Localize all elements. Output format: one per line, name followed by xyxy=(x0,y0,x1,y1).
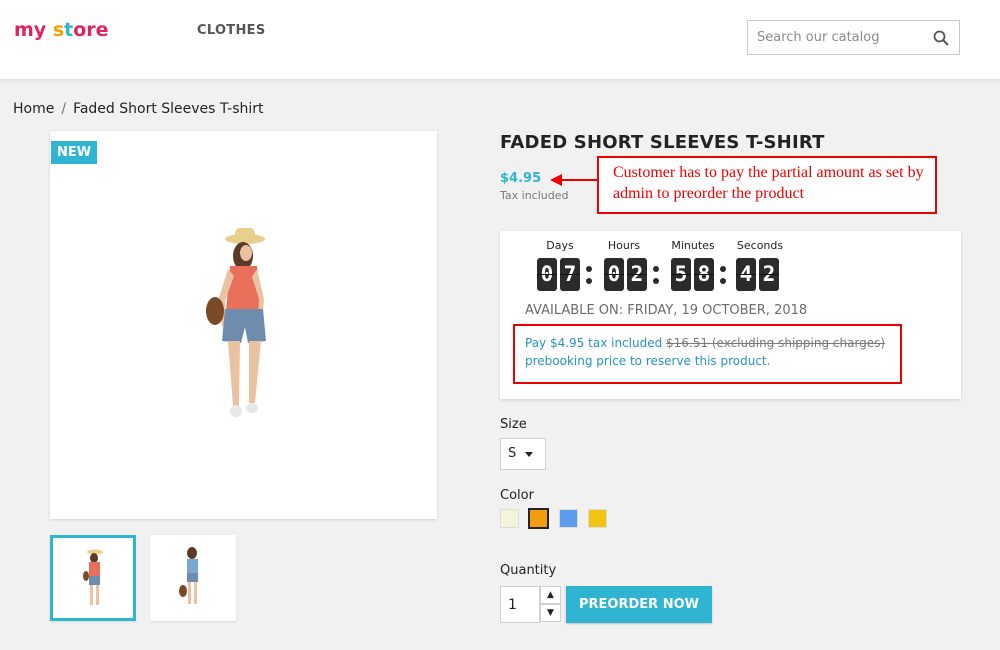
countdown-digit: 2 xyxy=(627,258,647,291)
prebooking-highlight: Pay $4.95 tax included $16.51 (excluding… xyxy=(513,324,902,384)
size-select[interactable]: S xyxy=(500,438,546,470)
site-header: my store CLOTHES xyxy=(0,0,1000,80)
breadcrumb-separator: / xyxy=(61,101,67,117)
store-logo[interactable]: my store xyxy=(14,19,109,41)
quantity-input[interactable]: 1 xyxy=(500,586,540,623)
quantity-increment-button[interactable]: ▲ xyxy=(540,586,561,604)
countdown-digit: 0 xyxy=(537,258,557,291)
available-on-date: AVAILABLE ON: FRIDAY, 19 OCTOBER, 2018 xyxy=(525,303,808,318)
preorder-now-button[interactable]: PREORDER NOW xyxy=(566,586,712,623)
search-input[interactable] xyxy=(748,21,918,54)
quantity-label: Quantity xyxy=(500,563,557,578)
search-icon[interactable] xyxy=(933,30,949,46)
logo-part: my xyxy=(14,19,47,41)
quantity-decrement-button[interactable]: ▼ xyxy=(540,604,561,622)
breadcrumb-home[interactable]: Home xyxy=(13,101,54,117)
breadcrumb: Home / Faded Short Sleeves T-shirt xyxy=(13,101,264,117)
color-swatch-beige[interactable] xyxy=(501,510,518,527)
color-swatch-yellow[interactable] xyxy=(589,510,606,527)
color-swatch-orange[interactable] xyxy=(530,510,547,527)
size-label: Size xyxy=(500,417,527,432)
logo-part: s xyxy=(52,19,65,41)
annotation-arrow-icon xyxy=(550,174,597,186)
logo-part: ore xyxy=(73,19,109,41)
thumbnail-1[interactable] xyxy=(50,535,136,621)
model-illustration xyxy=(206,228,266,417)
thumbnail-image xyxy=(83,549,103,605)
countdown-digit: 7 xyxy=(560,258,580,291)
countdown-label-days: Days xyxy=(546,239,574,252)
countdown-digit: 5 xyxy=(671,258,691,291)
color-swatch-blue[interactable] xyxy=(560,510,577,527)
countdown-label-minutes: Minutes xyxy=(671,239,715,252)
search-box xyxy=(747,20,960,55)
logo-part: t xyxy=(64,19,74,41)
thumbnail-image xyxy=(179,547,198,604)
product-price: $4.95 xyxy=(500,171,542,186)
countdown-label-hours: Hours xyxy=(607,239,641,252)
color-label: Color xyxy=(500,488,534,503)
countdown-colon xyxy=(585,260,593,290)
chevron-down-icon xyxy=(525,452,533,457)
original-price-struck: $16.51 (excluding shipping charges) xyxy=(666,336,886,350)
pay-amount-text: Pay $4.95 tax included xyxy=(525,336,667,350)
annotation-callout: Customer has to pay the partial amount a… xyxy=(597,156,937,214)
logo-part xyxy=(46,19,53,41)
countdown-colon xyxy=(719,260,727,290)
nav-item-clothes[interactable]: CLOTHES xyxy=(197,23,266,38)
prebooking-text: Pay $4.95 tax included $16.51 (excluding… xyxy=(525,334,895,370)
product-main-image[interactable] xyxy=(50,131,437,519)
prebooking-note: prebooking price to reserve this product… xyxy=(525,354,771,368)
countdown-digit: 4 xyxy=(736,258,756,291)
annotation-text: Customer has to pay the partial amount a… xyxy=(613,164,924,202)
new-badge: NEW xyxy=(51,141,98,164)
countdown-digit: 8 xyxy=(694,258,714,291)
countdown-colon xyxy=(652,260,660,290)
countdown-digit: 0 xyxy=(604,258,624,291)
breadcrumb-current[interactable]: Faded Short Sleeves T-shirt xyxy=(73,101,263,117)
tax-note: Tax included xyxy=(500,189,569,202)
countdown-digit: 2 xyxy=(759,258,779,291)
thumbnail-2[interactable] xyxy=(150,535,236,621)
countdown-label-seconds: Seconds xyxy=(736,239,784,252)
preorder-panel: Days Hours Minutes Seconds 0 7 0 2 5 8 4… xyxy=(500,231,961,399)
product-title: FADED SHORT SLEEVES T-SHIRT xyxy=(500,132,825,153)
